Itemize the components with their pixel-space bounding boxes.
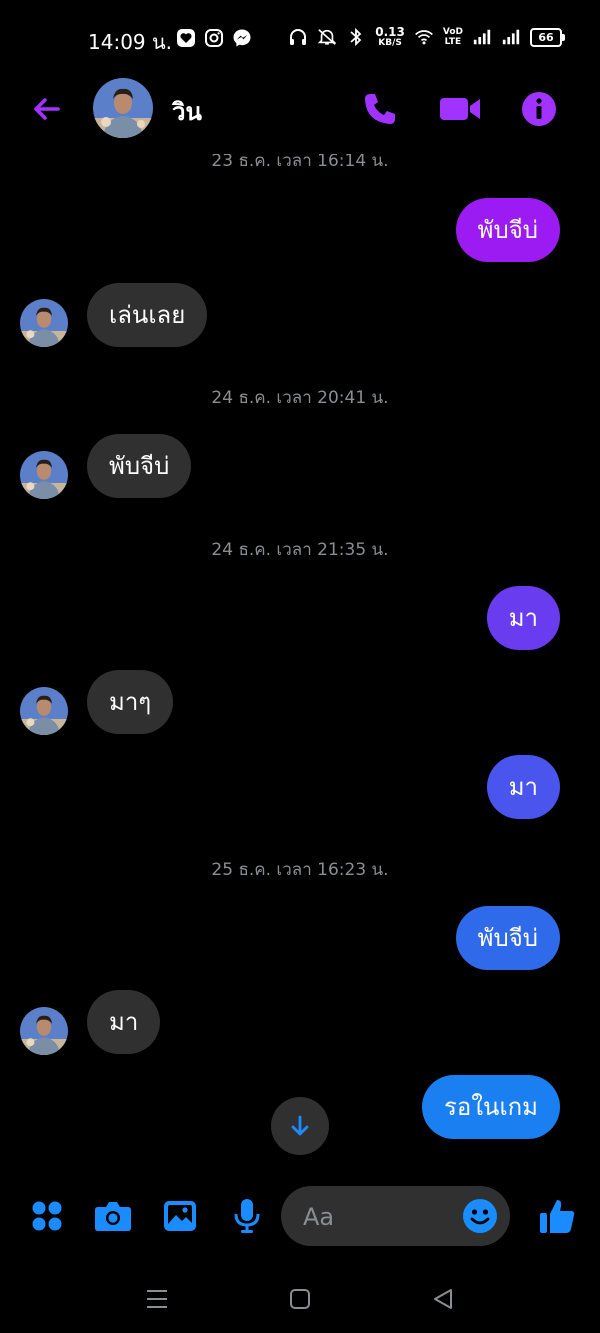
chat-header: วิน: [0, 76, 600, 142]
notification-icons: [176, 28, 252, 48]
timestamp: 24 ธ.ค. เวลา 20:41 น.: [211, 388, 389, 408]
scroll-to-bottom-button[interactable]: [271, 1097, 329, 1155]
instagram-icon: [204, 28, 224, 48]
incoming-message[interactable]: เล่นเลย: [87, 283, 208, 347]
arrow-down-icon: [291, 1115, 309, 1136]
voice-call-button[interactable]: [359, 88, 401, 130]
home-square-icon: [290, 1289, 310, 1309]
incoming-message[interactable]: พับจีบ่: [87, 434, 192, 498]
signal-icon-sim2: [501, 27, 521, 47]
info-button[interactable]: [518, 88, 560, 130]
volte-bottom: LTE: [444, 37, 462, 47]
timestamp: 25 ธ.ค. เวลา 16:23 น.: [211, 860, 389, 880]
menu-lines-icon: [147, 1290, 167, 1308]
back-button[interactable]: [28, 90, 66, 128]
status-bar: 14:09 น. 0.13 KB/S VoD LTE 66: [0, 0, 600, 76]
net-speed: 0.13 KB/S: [375, 26, 405, 48]
volte-top: VoD: [442, 27, 463, 37]
like-button[interactable]: [537, 1196, 577, 1236]
back-triangle-icon: [434, 1289, 452, 1309]
mute-icon: [317, 27, 337, 47]
system-back-button[interactable]: [428, 1284, 458, 1314]
emoji-icon: [463, 1199, 497, 1233]
gallery-icon: [164, 1201, 196, 1231]
contact-avatar-small: [20, 1007, 68, 1055]
apps-button[interactable]: [27, 1196, 67, 1236]
composer-bar: [0, 1180, 600, 1252]
avatar-photo: [93, 78, 153, 138]
phone-icon: [365, 94, 395, 124]
messenger-icon: [232, 28, 252, 48]
system-navigation-bar: [0, 1270, 600, 1333]
contact-name[interactable]: วิน: [172, 92, 202, 131]
net-speed-unit: KB/S: [378, 38, 402, 48]
info-icon: [522, 92, 556, 126]
video-call-button[interactable]: [439, 88, 481, 130]
like-icon: [540, 1200, 575, 1233]
camera-icon: [95, 1202, 131, 1231]
gallery-button[interactable]: [160, 1196, 200, 1236]
volte-indicator: VoD LTE: [443, 27, 463, 47]
outgoing-message[interactable]: พับจีบ่: [455, 198, 560, 262]
emoji-button[interactable]: [462, 1198, 498, 1234]
timestamp: 24 ธ.ค. เวลา 21:35 น.: [211, 540, 389, 560]
voice-message-button[interactable]: [227, 1196, 267, 1236]
status-time: 14:09 น.: [88, 30, 173, 54]
microphone-icon: [234, 1199, 260, 1233]
system-indicators: 0.13 KB/S VoD LTE 66: [288, 26, 565, 48]
camera-button[interactable]: [93, 1196, 133, 1236]
outgoing-message[interactable]: พับจีบ่: [455, 906, 560, 970]
heart-app-icon: [176, 28, 196, 48]
bluetooth-icon: [346, 27, 366, 47]
outgoing-message[interactable]: มา: [486, 755, 560, 819]
battery-icon: 66: [530, 27, 565, 47]
video-camera-icon: [440, 98, 480, 120]
incoming-message[interactable]: มาๆ: [87, 670, 174, 734]
contact-avatar[interactable]: [93, 78, 153, 138]
home-button[interactable]: [285, 1284, 315, 1314]
timestamp: 23 ธ.ค. เวลา 16:14 น.: [211, 151, 389, 171]
message-input[interactable]: [301, 1186, 465, 1248]
headphones-icon: [288, 27, 308, 47]
net-speed-value: 0.13: [375, 25, 405, 39]
recent-apps-button[interactable]: [142, 1284, 172, 1314]
outgoing-message[interactable]: มา: [486, 586, 560, 650]
incoming-message[interactable]: มา: [87, 990, 161, 1054]
back-arrow-icon: [34, 98, 60, 120]
wifi-icon: [414, 27, 434, 47]
contact-avatar-small: [20, 451, 68, 499]
outgoing-message[interactable]: รอในเกม: [422, 1075, 560, 1139]
signal-icon-sim1: [472, 27, 492, 47]
message-input-container: [281, 1186, 510, 1248]
contact-avatar-small: [20, 299, 68, 347]
contact-avatar-small: [20, 687, 68, 735]
apps-icon: [32, 1201, 62, 1231]
